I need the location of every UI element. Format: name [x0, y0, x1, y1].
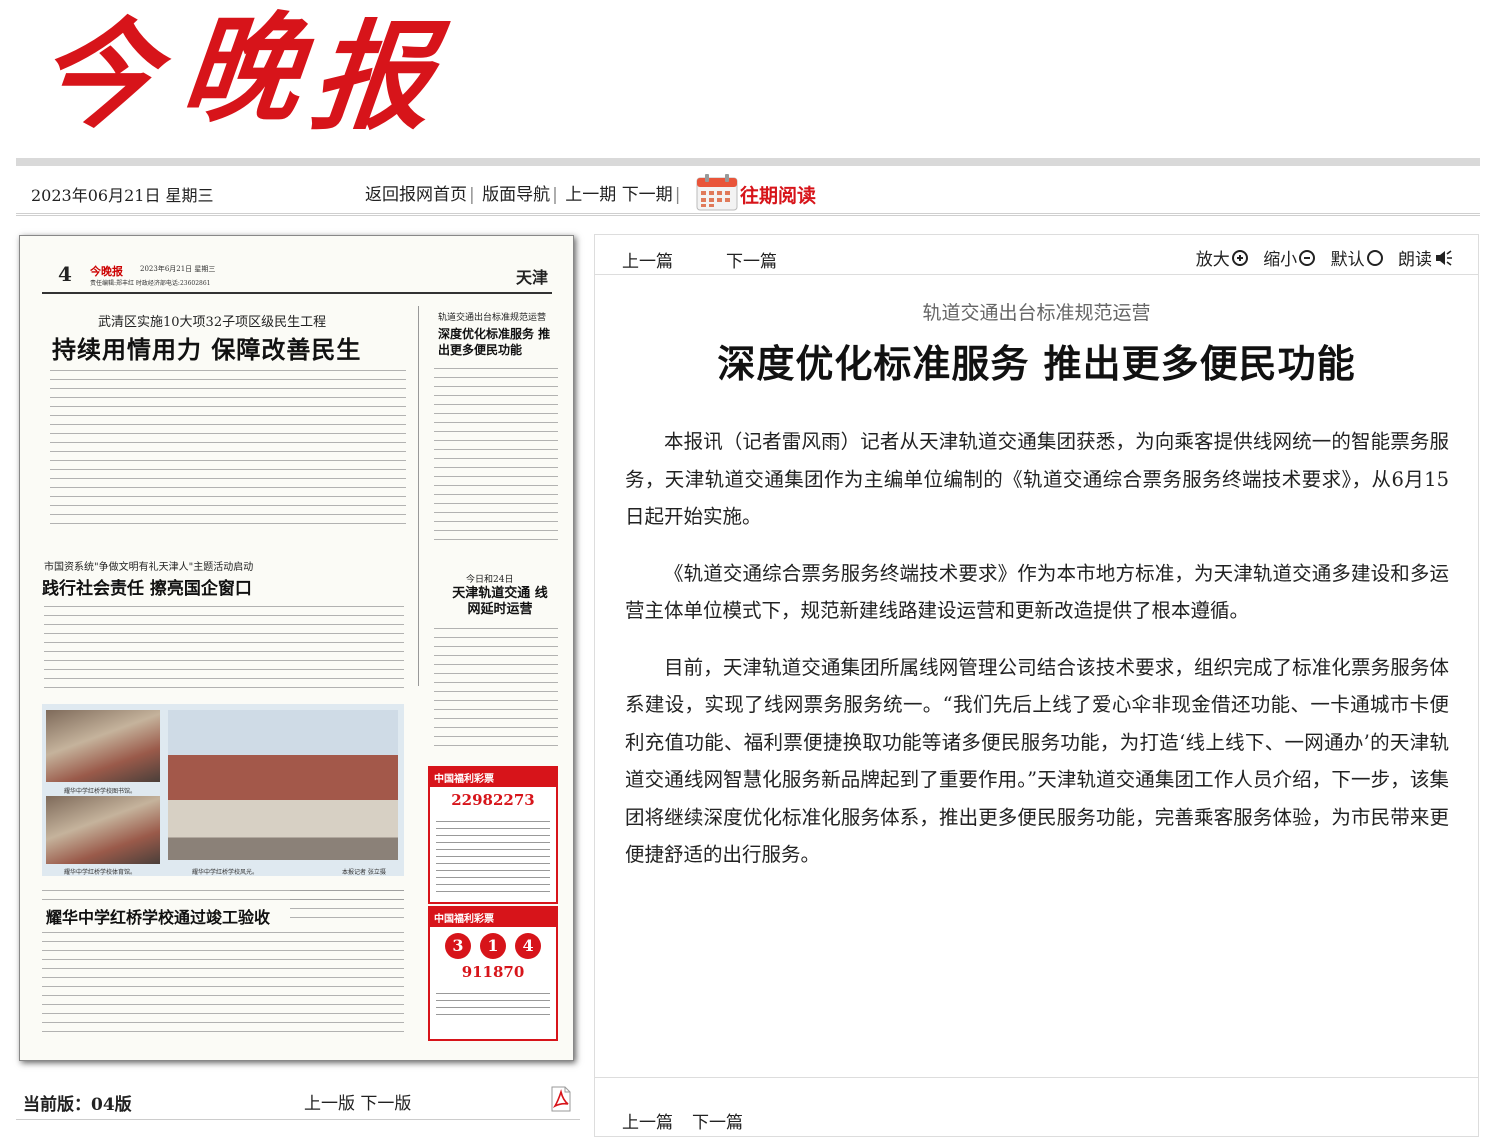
story3-kicker[interactable]: 市国资系统"争做文明有礼天津人"主题活动启动: [44, 558, 253, 573]
photo-library: [46, 710, 160, 782]
current-page-caption: 当前版：: [23, 1095, 91, 1115]
article-paragraph: 本报讯（记者雷风雨）记者从天津轨道交通集团获悉，为向乘客提供线网统一的智能票务服…: [625, 430, 1449, 528]
article-headline: 深度优化标准服务 推出更多便民功能: [717, 341, 1356, 386]
default-size-icon: [1366, 249, 1383, 266]
page-editor: 责任编辑:郑丰红 时政经济部电话:23602861: [90, 280, 211, 287]
story3-title[interactable]: 践行社会责任 擦亮国企窗口: [42, 574, 252, 599]
article-bottom-nav: 上一篇 下一篇: [595, 1077, 1478, 1138]
page-logo: 今晚报: [90, 265, 123, 278]
page-header: 4 今晚报 2023年6月21日 星期三 责任编辑:郑丰红 时政经济部电话:23…: [42, 254, 552, 294]
separator: |: [552, 185, 558, 205]
lottery-ad-1-number: 22982273: [451, 791, 535, 809]
story5-body-side: [290, 886, 404, 926]
logo-char-2: 晚: [175, 0, 309, 138]
photo-caption-2: 耀华中学红桥学校体育馆。: [64, 869, 137, 876]
article-panel: 上一篇 下一篇 放大 缩小 默认 朗读 轨道交通出台标准规范运营 深度优化标准服…: [594, 234, 1479, 1137]
page-links: 上一版 下一版: [304, 1089, 411, 1114]
article-paragraph: 《轨道交通综合票务服务终端技术要求》作为本市地方标准，为天津轨道交通多建设和多运…: [625, 561, 1449, 623]
story2-title[interactable]: 深度优化标准服务 推出更多便民功能: [438, 326, 558, 358]
page-number: 4: [58, 262, 72, 286]
calendar-icon[interactable]: [696, 173, 738, 211]
lottery-ad-1-table: [436, 815, 550, 895]
lottery-ball: 1: [480, 933, 506, 959]
zoom-in-icon: [1231, 249, 1248, 266]
current-page-value: 04版: [91, 1095, 132, 1115]
masthead-logo: 今 晚 报: [31, 0, 439, 146]
lottery-ad-2: 中国福利彩票 3 1 4 911870: [428, 906, 558, 1041]
lottery-ad-2-head: 中国福利彩票: [430, 908, 556, 927]
zoom-in-label: 放大: [1195, 250, 1230, 270]
next-article-link-bottom[interactable]: 下一篇: [692, 1108, 743, 1133]
reading-tools: 放大 缩小 默认 朗读: [1186, 245, 1454, 270]
logo-char-3: 报: [305, 7, 439, 146]
story3-body: [44, 602, 404, 694]
lottery-balls: 3 1 4: [430, 933, 556, 959]
nav-links: 返回报网首页 | 版面导航 | 上一期 下一期 |: [365, 180, 682, 205]
lottery-ball: 3: [444, 933, 471, 959]
next-issue-link[interactable]: 下一期: [622, 185, 673, 205]
article-paragraph: 目前，天津轨道交通集团所属线网管理公司结合该技术要求，组织完成了标准化票务服务体…: [625, 655, 1449, 867]
zoom-out-button[interactable]: 缩小: [1263, 245, 1316, 270]
prev-article-link-bottom[interactable]: 上一篇: [622, 1108, 673, 1133]
read-aloud-label: 朗读: [1398, 250, 1432, 270]
article-toolbar: 上一篇 下一篇 放大 缩小 默认 朗读: [595, 235, 1478, 275]
default-size-label: 默认: [1330, 250, 1365, 270]
column-divider: [418, 306, 419, 686]
story5-body: [42, 928, 404, 1036]
story1-kicker[interactable]: 武清区实施10大项32子项区级民生工程: [98, 311, 326, 330]
next-article-link[interactable]: 下一篇: [726, 247, 777, 272]
story4-body: [434, 624, 558, 754]
page-date: 2023年6月21日 星期三: [140, 265, 216, 273]
page-footer-bar: 当前版：04版 上一版 下一版: [16, 1080, 580, 1120]
photo-campus: [168, 710, 398, 860]
photo-caption-1: 耀华中学红桥学校图书馆。: [64, 788, 137, 795]
story5-photos: 耀华中学红桥学校图书馆。 耀华中学红桥学校体育馆。 耀华中学红桥学校风光。 本报…: [42, 704, 404, 876]
top-divider: [16, 158, 1480, 166]
lottery-ad-2-table: [436, 987, 550, 1021]
lottery-ad-1: 中国福利彩票 22982273: [428, 766, 558, 904]
page-region: 天津: [515, 268, 548, 287]
home-link[interactable]: 返回报网首页: [365, 185, 467, 205]
issue-date: 2023年06月21日 星期三: [31, 186, 214, 205]
pdf-icon[interactable]: [550, 1086, 572, 1112]
prev-article-link[interactable]: 上一篇: [622, 247, 673, 272]
default-size-button[interactable]: 默认: [1331, 245, 1383, 270]
past-reading-link[interactable]: 往期阅读: [740, 181, 816, 208]
layout-nav-link[interactable]: 版面导航: [482, 185, 550, 205]
photo-credit: 本报记者 张立摄: [342, 869, 386, 876]
lottery-ad-2-number: 911870: [461, 963, 525, 981]
lottery-ad-1-head: 中国福利彩票: [430, 768, 556, 787]
story2-kicker[interactable]: 轨道交通出台标准规范运营: [438, 310, 546, 323]
read-aloud-button[interactable]: 朗读: [1398, 245, 1454, 270]
lottery-ball: 4: [515, 933, 542, 959]
story1-title[interactable]: 持续用情用力 保障改善民生: [52, 330, 361, 365]
photo-caption-3: 耀华中学红桥学校风光。: [192, 869, 259, 876]
zoom-out-label: 缩小: [1263, 250, 1298, 270]
newspaper-page-thumbnail[interactable]: 4 今晚报 2023年6月21日 星期三 责任编辑:郑丰红 时政经济部电话:23…: [19, 235, 574, 1061]
zoom-out-icon: [1299, 249, 1316, 266]
current-page-label: 当前版：04版: [23, 1090, 132, 1115]
story5-title[interactable]: 耀华中学红桥学校通过竣工验收: [46, 904, 270, 928]
story1-body: [50, 366, 406, 531]
prev-issue-link[interactable]: 上一期: [565, 185, 616, 205]
separator: |: [674, 185, 681, 205]
zoom-in-button[interactable]: 放大: [1196, 245, 1248, 270]
story4-kicker[interactable]: 今日和24日: [466, 572, 513, 585]
article-body: 本报讯（记者雷风雨）记者从天津轨道交通集团获悉，为向乘客提供线网统一的智能票务服…: [625, 423, 1449, 893]
story4-title[interactable]: 天津轨道交通 线网延时运营: [450, 586, 550, 618]
speaker-icon: [1436, 249, 1452, 266]
separator: |: [469, 185, 475, 205]
story2-body: [434, 364, 558, 542]
article-kicker: 轨道交通出台标准规范运营: [922, 302, 1151, 324]
logo-char-1: 今: [30, 5, 164, 144]
nav-bar: 2023年06月21日 星期三 返回报网首页 | 版面导航 | 上一期 下一期 | 往…: [16, 166, 1480, 216]
photo-gym: [46, 796, 160, 864]
next-page-link[interactable]: 下一版: [360, 1094, 411, 1114]
prev-page-link[interactable]: 上一版: [304, 1094, 355, 1114]
